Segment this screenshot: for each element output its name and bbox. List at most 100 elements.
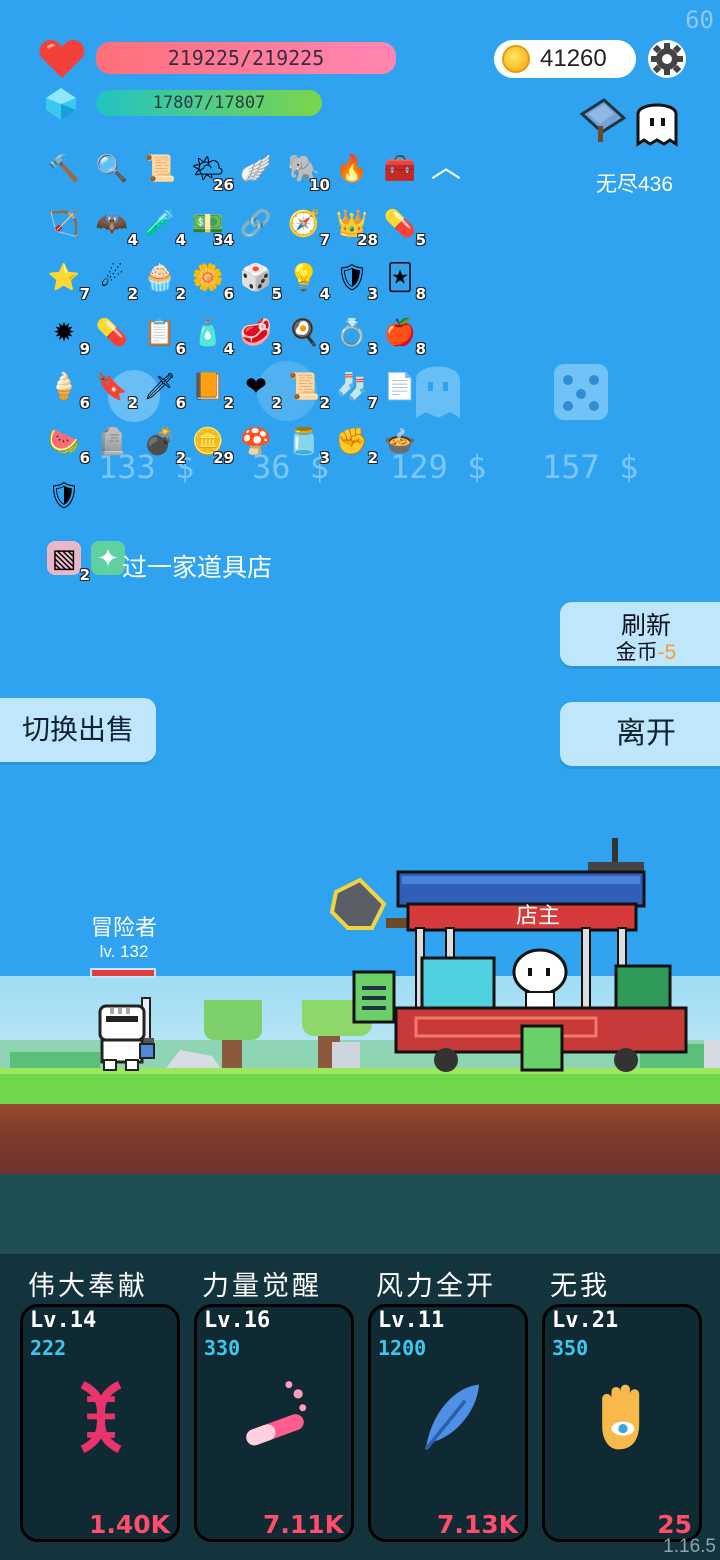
item-count: 4 — [175, 230, 186, 249]
inventory-item[interactable]: 💍 3 — [332, 312, 378, 358]
item-count: 3 — [271, 339, 282, 358]
inventory-item[interactable]: 🔖 2 — [92, 366, 138, 412]
hp-text: 219225/219225 — [167, 46, 325, 70]
coin-icon — [502, 45, 530, 73]
treasure-chest-icon: 🧰 — [383, 153, 417, 183]
ground-soil — [0, 1104, 720, 1180]
item-count: 8 — [415, 339, 426, 358]
cards-icon: 🃏 — [386, 262, 414, 292]
adventurer-sprite[interactable] — [92, 996, 166, 1072]
inventory-item[interactable]: 💡 4 — [284, 257, 330, 303]
skill-level: Lv.16 — [204, 1308, 271, 1333]
crossbow-icon: 🏹 — [47, 207, 81, 238]
refresh-cost: 金币-5 — [560, 636, 720, 666]
inventory-item[interactable]: 🏹 — [44, 203, 86, 245]
glow-card-icon: ✦ — [91, 541, 125, 575]
chevron-up-icon[interactable]: ︿ — [428, 150, 464, 186]
inventory-item[interactable]: 🥩 3 — [236, 312, 282, 358]
inventory-item[interactable]: 📜 2 — [284, 366, 330, 412]
inventory-item[interactable]: 🔨 — [44, 148, 86, 190]
inventory-item[interactable]: 🧰 — [380, 148, 422, 190]
inventory-item[interactable]: 🌤 26 — [188, 148, 234, 194]
inventory-item[interactable]: 🔍 — [92, 148, 134, 190]
inventory-item[interactable]: 🃏 8 — [380, 257, 426, 303]
watermelon-icon: 🍉 — [47, 425, 81, 456]
item-count: 2 — [127, 394, 138, 412]
event-message: 过一家道具店 — [122, 554, 273, 582]
inventory-item[interactable]: 🪙 29 — [188, 421, 234, 467]
ghost-icon[interactable] — [632, 96, 682, 148]
diamond-icon — [46, 88, 76, 120]
inventory-item[interactable]: 🪽 — [236, 148, 278, 190]
inventory-item[interactable]: 🍲 — [380, 421, 422, 463]
potion-flask-icon: 🧪 — [143, 207, 177, 238]
dice-icon: 🎲 — [239, 262, 273, 292]
scroll-icon: 📜 — [143, 153, 177, 183]
inventory-item[interactable]: 💣 2 — [140, 421, 186, 467]
feather-icon — [424, 1384, 480, 1451]
gear-icon[interactable] — [646, 38, 688, 80]
inventory-item[interactable]: ⭐ 7 — [44, 257, 90, 303]
compass-icon: 🧭 — [287, 207, 321, 238]
skill-value: 350 — [552, 1336, 589, 1360]
event-item[interactable]: ▧ 2 — [44, 538, 90, 584]
inventory-item[interactable]: 📄 — [380, 366, 422, 408]
shop-cart-sprite — [329, 838, 688, 1072]
inventory-item[interactable]: ✹ 9 — [44, 312, 90, 358]
inventory-item[interactable]: 🐘 10 — [284, 148, 330, 194]
inventory-item[interactable]: 🗡 6 — [140, 366, 186, 412]
item-count: 28 — [357, 230, 378, 249]
inventory-item[interactable]: 🫙 3 — [284, 421, 330, 467]
apple-icon: 🍎 — [383, 316, 417, 347]
toggle-sell-button[interactable]: 切换出售 — [0, 698, 156, 762]
inventory-item[interactable]: ❤ 2 — [236, 366, 282, 412]
mace-icon: 🔨 — [47, 153, 81, 183]
inventory-item[interactable]: 🛡 3 — [332, 257, 378, 303]
inventory-item[interactable]: 🔗 — [236, 203, 278, 245]
inventory-item[interactable]: 👑 28 — [332, 203, 378, 249]
inventory-item[interactable]: 🍉 6 — [44, 421, 90, 467]
inventory-item[interactable]: 🧴 4 — [188, 312, 234, 358]
inventory-item[interactable]: 🍳 9 — [284, 312, 330, 358]
inventory-item[interactable]: 🧭 7 — [284, 203, 330, 249]
inventory-item[interactable]: 🧦 7 — [332, 366, 378, 412]
skill-level: Lv.11 — [378, 1308, 445, 1333]
dna-icon — [80, 1381, 122, 1453]
inventory-item[interactable]: 🦇 4 — [92, 203, 138, 249]
skill-upgrade-cost: 1.40K — [88, 1510, 170, 1539]
inventory-item[interactable]: 🍦 6 — [44, 366, 90, 412]
inventory-item[interactable]: 💊 5 — [380, 203, 426, 249]
item-count: 6 — [175, 394, 186, 412]
refresh-cost-prefix: 金币 — [615, 641, 658, 664]
bookmark-icon: 🔖 — [95, 371, 129, 401]
skill-title: 伟大奉献 — [28, 1271, 148, 1301]
inventory-item[interactable]: 🛡 — [44, 475, 86, 517]
inventory-item[interactable]: 🍄 — [236, 421, 278, 463]
inventory-item[interactable]: 💊 — [92, 312, 134, 354]
skill-title: 力量觉醒 — [202, 1271, 322, 1301]
inventory-item[interactable]: 🌼 6 — [188, 257, 234, 303]
endless-stage-label: 无尽436 — [596, 173, 674, 196]
shop-item-dice-icon[interactable] — [548, 356, 614, 426]
inventory-item[interactable]: 📜 — [140, 148, 182, 190]
inventory-item[interactable]: 🪦 — [92, 421, 134, 463]
inventory-item[interactable]: 🍎 8 — [380, 312, 426, 358]
inventory-item[interactable]: ☄ 2 — [92, 257, 138, 303]
inventory-item[interactable]: 💵 34 — [188, 203, 234, 249]
book-icon: 📙 — [191, 371, 225, 401]
inventory-item[interactable]: 🎲 5 — [236, 257, 282, 303]
coin-value: 41260 — [540, 45, 607, 72]
item-count: 8 — [415, 285, 426, 303]
skill-upgrade-cost: 7.11K — [262, 1510, 344, 1539]
adventurer-name: 冒险者 — [90, 915, 157, 940]
inventory-item[interactable]: 📙 2 — [188, 366, 234, 412]
battle-flag-icon[interactable] — [574, 96, 630, 144]
inventory-item[interactable]: ✊ 2 — [332, 421, 378, 467]
inventory-item[interactable]: 📋 6 — [140, 312, 186, 358]
inventory-item[interactable]: 🔥 — [332, 148, 374, 190]
item-count: 29 — [213, 448, 234, 467]
item-count: 26 — [213, 176, 234, 194]
inventory-item[interactable]: 🧪 4 — [140, 203, 186, 249]
leave-button[interactable]: 离开 — [560, 702, 720, 766]
inventory-item[interactable]: 🧁 2 — [140, 257, 186, 303]
